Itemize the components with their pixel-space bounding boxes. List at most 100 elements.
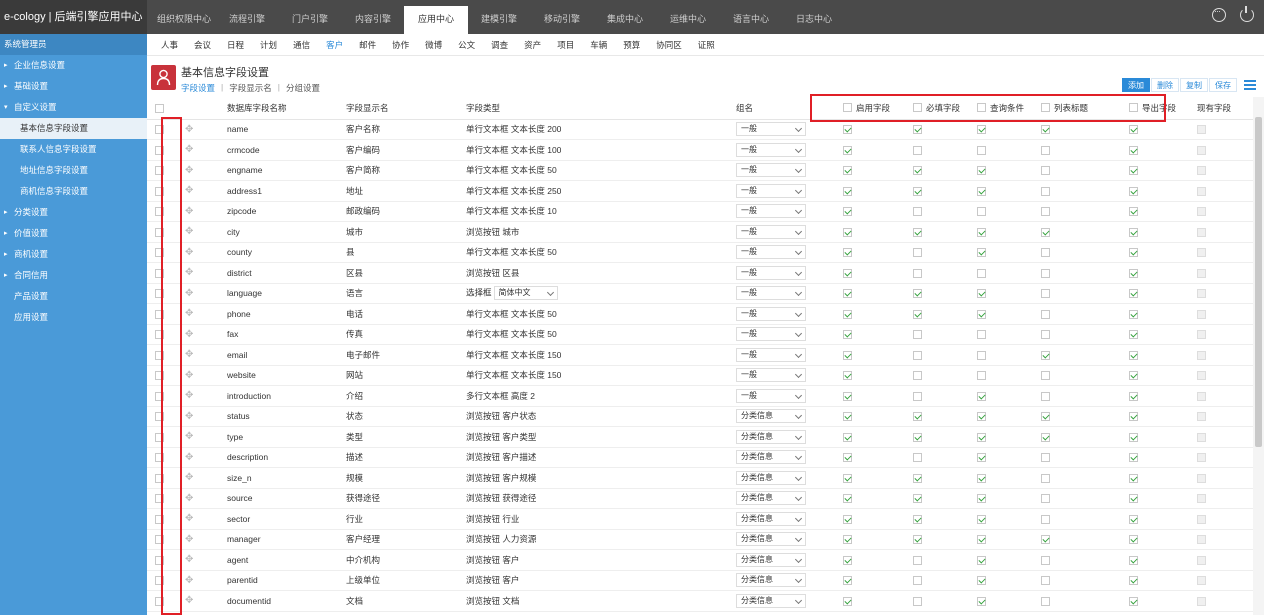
topnav-item[interactable]: 移动引擎 xyxy=(530,6,594,34)
drag-handle-icon[interactable]: ✥ xyxy=(185,513,193,524)
enable-checkbox[interactable] xyxy=(843,576,852,586)
row-select-checkbox[interactable] xyxy=(155,391,164,401)
query-checkbox[interactable] xyxy=(977,227,986,237)
row-select-checkbox[interactable] xyxy=(155,125,164,135)
export-checkbox[interactable] xyxy=(1129,432,1138,442)
required-checkbox[interactable] xyxy=(913,186,922,196)
required-checkbox[interactable] xyxy=(913,268,922,278)
row-select-checkbox[interactable] xyxy=(155,412,164,422)
export-checkbox[interactable] xyxy=(1129,207,1138,217)
copy-button[interactable]: 复制 xyxy=(1180,78,1208,92)
group-select[interactable]: 一般 xyxy=(736,286,806,301)
row-select-checkbox[interactable] xyxy=(155,227,164,237)
list-title-checkbox[interactable] xyxy=(1041,207,1050,217)
row-select-checkbox[interactable] xyxy=(155,207,164,217)
required-checkbox[interactable] xyxy=(913,145,922,155)
export-all-checkbox[interactable] xyxy=(1129,103,1138,112)
enable-checkbox[interactable] xyxy=(843,514,852,524)
list-title-checkbox[interactable] xyxy=(1041,145,1050,155)
export-checkbox[interactable] xyxy=(1129,350,1138,360)
sidebar-item[interactable]: ▸ 基础设置 xyxy=(0,76,147,97)
query-checkbox[interactable] xyxy=(977,535,986,545)
module-nav-item[interactable]: 会议 xyxy=(186,34,219,55)
list-title-checkbox[interactable] xyxy=(1041,309,1050,319)
required-checkbox[interactable] xyxy=(913,453,922,463)
row-select-checkbox[interactable] xyxy=(155,514,164,524)
tab-2[interactable]: 分组设置 xyxy=(286,82,320,94)
drag-handle-icon[interactable]: ✥ xyxy=(185,206,193,217)
drag-handle-icon[interactable]: ✥ xyxy=(185,554,193,565)
export-checkbox[interactable] xyxy=(1129,309,1138,319)
query-checkbox[interactable] xyxy=(977,371,986,381)
enable-checkbox[interactable] xyxy=(843,125,852,135)
export-checkbox[interactable] xyxy=(1129,125,1138,135)
row-select-checkbox[interactable] xyxy=(155,555,164,565)
drag-handle-icon[interactable]: ✥ xyxy=(185,575,193,586)
drag-handle-icon[interactable]: ✥ xyxy=(185,390,193,401)
export-checkbox[interactable] xyxy=(1129,248,1138,258)
enable-checkbox[interactable] xyxy=(843,207,852,217)
query-checkbox[interactable] xyxy=(977,309,986,319)
drag-handle-icon[interactable]: ✥ xyxy=(185,226,193,237)
export-checkbox[interactable] xyxy=(1129,289,1138,299)
topnav-item[interactable]: 应用中心 xyxy=(404,6,468,34)
row-select-checkbox[interactable] xyxy=(155,473,164,483)
list-title-checkbox[interactable] xyxy=(1041,535,1050,545)
drag-handle-icon[interactable]: ✥ xyxy=(185,267,193,278)
export-checkbox[interactable] xyxy=(1129,166,1138,176)
power-icon[interactable] xyxy=(1240,6,1254,22)
row-select-checkbox[interactable] xyxy=(155,453,164,463)
export-checkbox[interactable] xyxy=(1129,576,1138,586)
group-select[interactable]: 分类信息 xyxy=(736,429,806,444)
row-select-checkbox[interactable] xyxy=(155,145,164,155)
group-select[interactable]: 一般 xyxy=(736,122,806,137)
list-title-checkbox[interactable] xyxy=(1041,412,1050,422)
row-select-checkbox[interactable] xyxy=(155,432,164,442)
row-select-checkbox[interactable] xyxy=(155,371,164,381)
drag-handle-icon[interactable]: ✥ xyxy=(185,185,193,196)
list-title-checkbox[interactable] xyxy=(1041,514,1050,524)
list-title-checkbox[interactable] xyxy=(1041,186,1050,196)
query-checkbox[interactable] xyxy=(977,186,986,196)
module-nav-item[interactable]: 人事 xyxy=(153,34,186,55)
sidebar-item[interactable]: 联系人信息字段设置 xyxy=(0,139,147,160)
list-title-checkbox[interactable] xyxy=(1041,371,1050,381)
row-select-checkbox[interactable] xyxy=(155,330,164,340)
drag-handle-icon[interactable]: ✥ xyxy=(185,124,193,135)
required-checkbox[interactable] xyxy=(913,125,922,135)
more-options-icon[interactable] xyxy=(1212,6,1226,22)
required-checkbox[interactable] xyxy=(913,514,922,524)
save-button[interactable]: 保存 xyxy=(1209,78,1237,92)
list-title-checkbox[interactable] xyxy=(1041,268,1050,278)
drag-handle-icon[interactable]: ✥ xyxy=(185,472,193,483)
query-checkbox[interactable] xyxy=(977,432,986,442)
export-checkbox[interactable] xyxy=(1129,473,1138,483)
enable-checkbox[interactable] xyxy=(843,412,852,422)
query-checkbox[interactable] xyxy=(977,494,986,504)
export-checkbox[interactable] xyxy=(1129,555,1138,565)
query-checkbox[interactable] xyxy=(977,268,986,278)
group-select[interactable]: 分类信息 xyxy=(736,450,806,465)
enable-checkbox[interactable] xyxy=(843,330,852,340)
group-select[interactable]: 分类信息 xyxy=(736,593,806,608)
module-nav-item[interactable]: 项目 xyxy=(549,34,582,55)
module-nav-item[interactable]: 证照 xyxy=(690,34,723,55)
topnav-item[interactable]: 运维中心 xyxy=(656,6,720,34)
group-select[interactable]: 分类信息 xyxy=(736,532,806,547)
required-checkbox[interactable] xyxy=(913,330,922,340)
enable-checkbox[interactable] xyxy=(843,596,852,606)
export-checkbox[interactable] xyxy=(1129,391,1138,401)
list-title-checkbox[interactable] xyxy=(1041,473,1050,483)
row-select-checkbox[interactable] xyxy=(155,289,164,299)
drag-handle-icon[interactable]: ✥ xyxy=(185,308,193,319)
drag-handle-icon[interactable]: ✥ xyxy=(185,144,193,155)
scroll-thumb[interactable] xyxy=(1255,117,1262,447)
enable-checkbox[interactable] xyxy=(843,145,852,155)
list-title-checkbox[interactable] xyxy=(1041,350,1050,360)
required-checkbox[interactable] xyxy=(913,576,922,586)
group-select[interactable]: 分类信息 xyxy=(736,470,806,485)
list-title-checkbox[interactable] xyxy=(1041,596,1050,606)
query-checkbox[interactable] xyxy=(977,555,986,565)
drag-handle-icon[interactable]: ✥ xyxy=(185,165,193,176)
drag-handle-icon[interactable]: ✥ xyxy=(185,534,193,545)
